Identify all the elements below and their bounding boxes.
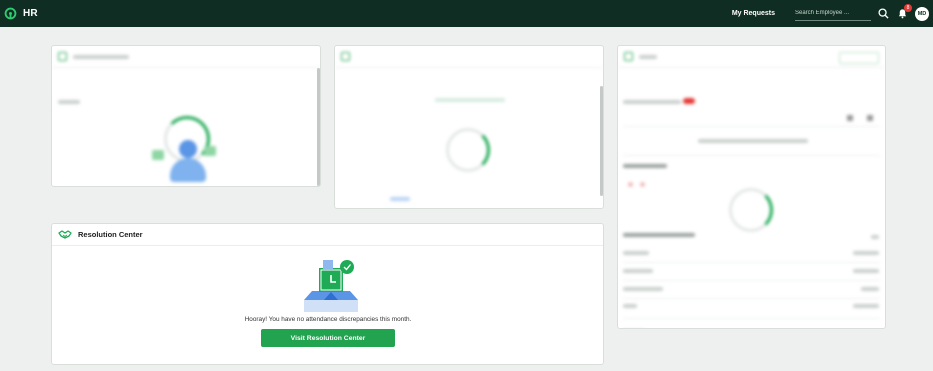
- decor-shape: [204, 146, 216, 156]
- placeholder-text: [639, 54, 657, 59]
- calendar-icon: [58, 52, 67, 61]
- notifications-button[interactable]: 8: [895, 3, 912, 21]
- person-illustration: [170, 158, 206, 182]
- decor-shape: [847, 115, 853, 121]
- placeholder-text: [73, 54, 129, 59]
- placeholder-text: [390, 197, 410, 201]
- placeholder-text: [623, 269, 653, 273]
- placeholder-text: [853, 304, 879, 308]
- empty-state-illustration: [304, 260, 358, 312]
- card-header: [618, 46, 885, 68]
- nav-actions: My Requests 8 MD: [732, 0, 929, 27]
- placeholder-text: [623, 304, 637, 308]
- search-employee-input[interactable]: [795, 6, 871, 21]
- placeholder-text: [623, 251, 649, 255]
- top-nav: HR My Requests 8 MD: [0, 0, 933, 27]
- timesheet-card: [334, 45, 604, 209]
- divider: [623, 155, 880, 156]
- scrollbar[interactable]: [600, 86, 603, 196]
- my-staff-card: [617, 45, 886, 329]
- decor-shape: [640, 182, 645, 187]
- divider: [623, 262, 880, 263]
- divider: [623, 318, 880, 319]
- divider: [623, 126, 880, 127]
- user-avatar[interactable]: MD: [915, 6, 929, 21]
- placeholder-text: [623, 164, 667, 168]
- progress-arc: [446, 128, 490, 172]
- resolution-center-message: Hooray! You have no attendance discrepan…: [244, 316, 412, 323]
- notification-count-badge: 8: [904, 3, 912, 12]
- my-requests-link[interactable]: My Requests: [732, 10, 775, 17]
- staff-icon: [624, 52, 633, 61]
- placeholder-text: [853, 251, 879, 255]
- divider: [623, 280, 880, 281]
- decor-shape: [628, 182, 633, 187]
- placeholder-text: [871, 235, 879, 239]
- brand-name: HR: [23, 8, 38, 19]
- handshake-icon: [58, 229, 72, 239]
- resolution-center-card: Resolution Center Hooray! You have no at…: [51, 223, 604, 365]
- divider: [623, 298, 880, 299]
- person-head: [179, 140, 197, 158]
- decor-shape: [152, 150, 164, 160]
- visit-resolution-center-button[interactable]: Visit Resolution Center: [261, 329, 395, 347]
- placeholder-text: [58, 100, 80, 104]
- decor-shape: [867, 115, 873, 121]
- pending-requests-label: [623, 98, 695, 106]
- placeholder-text: [623, 287, 663, 291]
- placeholder-text: [623, 233, 695, 237]
- placeholder-text: [853, 269, 879, 273]
- card-header: [52, 46, 320, 68]
- resolution-center-header: Resolution Center: [52, 224, 603, 246]
- apply-button[interactable]: [839, 52, 879, 64]
- scrollbar[interactable]: [317, 68, 320, 186]
- card-header: [335, 46, 603, 68]
- placeholder-text: [435, 98, 505, 102]
- hr-logo-icon: [4, 7, 17, 20]
- search-icon[interactable]: [876, 7, 890, 21]
- resolution-center-title: Resolution Center: [78, 230, 143, 239]
- progress-arc: [729, 188, 773, 232]
- placeholder-text: [861, 287, 879, 291]
- brand[interactable]: HR: [4, 7, 38, 20]
- attendance-today-card: [51, 45, 321, 187]
- placeholder-text: [698, 139, 808, 143]
- clipboard-icon: [341, 52, 350, 61]
